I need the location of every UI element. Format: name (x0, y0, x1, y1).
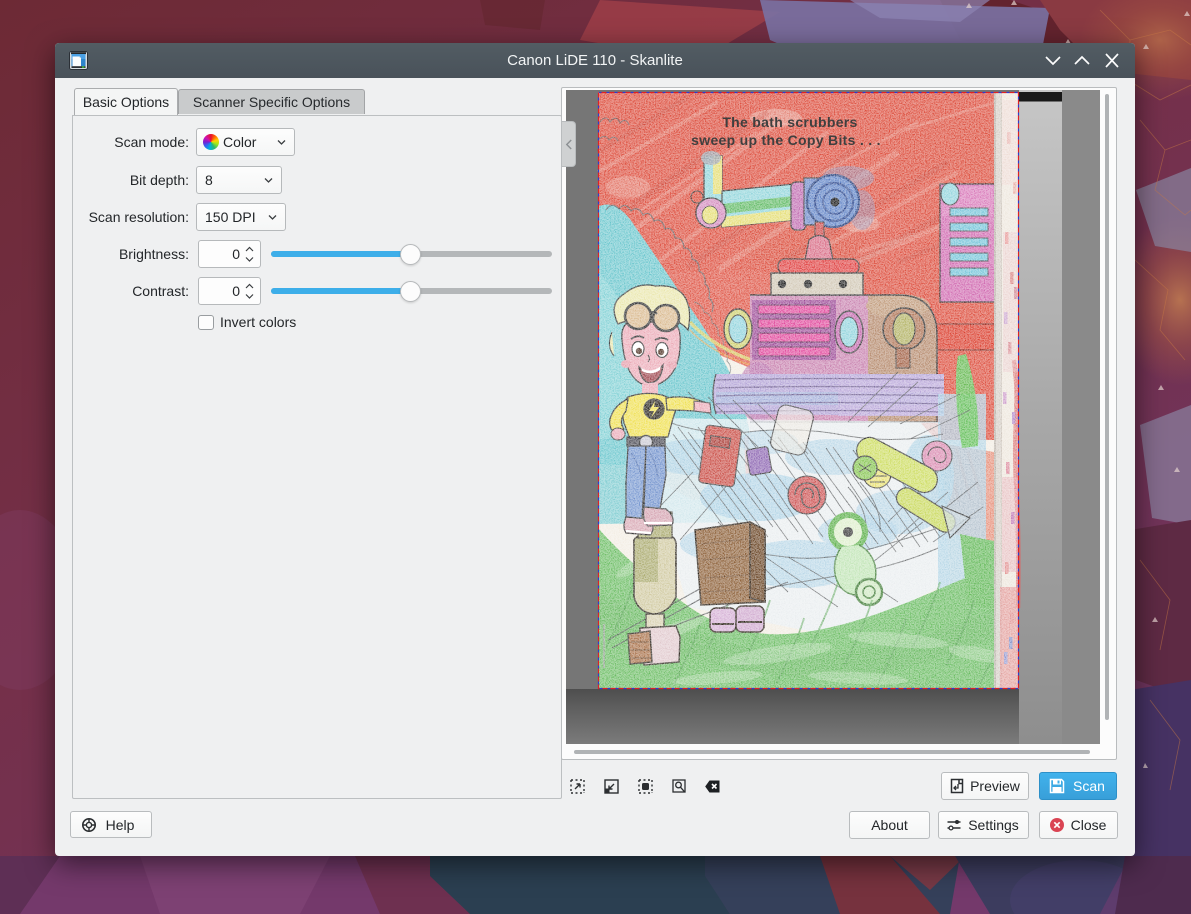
svg-text:sweep up the Copy Bits . . .: sweep up the Copy Bits . . . (691, 132, 881, 148)
svg-text:The bath scrubbers: The bath scrubbers (722, 114, 857, 130)
